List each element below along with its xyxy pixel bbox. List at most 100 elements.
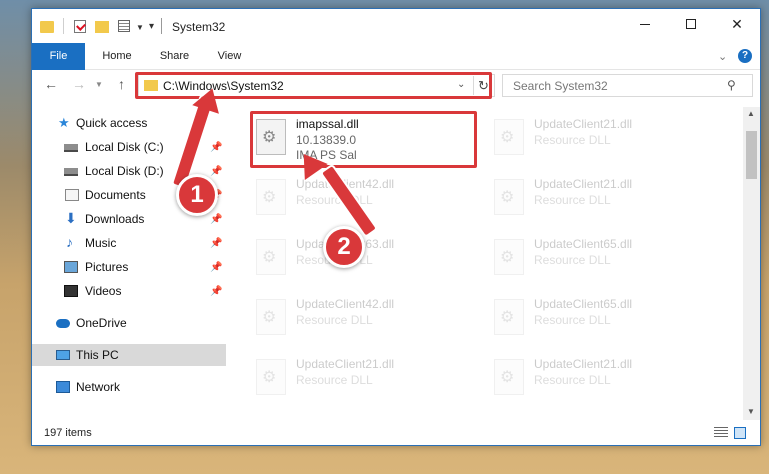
- dll-file-icon: [494, 239, 524, 275]
- minimize-button[interactable]: [622, 9, 668, 39]
- video-icon: [64, 285, 78, 297]
- list-item[interactable]: UpdateClient21.dll Resource DLL: [490, 171, 710, 229]
- step-badge-1: 1: [176, 174, 218, 216]
- help-icon[interactable]: ?: [738, 49, 752, 63]
- download-icon: ⬇: [65, 210, 77, 226]
- dll-file-icon: [494, 179, 524, 215]
- vertical-scrollbar[interactable]: ▲ ▼: [743, 107, 760, 420]
- chevron-down-icon[interactable]: ⌄: [457, 79, 465, 90]
- file-type: Resource DLL: [534, 313, 611, 327]
- tab-share[interactable]: Share: [152, 43, 197, 70]
- sidebar-item-pictures[interactable]: Pictures 📌: [32, 256, 226, 278]
- large-icons-view-icon[interactable]: [734, 427, 746, 439]
- sidebar-item-onedrive[interactable]: OneDrive: [32, 312, 226, 334]
- sidebar-item-videos[interactable]: Videos 📌: [32, 280, 226, 302]
- status-bar: 197 items: [32, 421, 760, 445]
- drive-icon: [64, 144, 78, 152]
- music-icon: ♪: [66, 234, 73, 250]
- forward-button[interactable]: →: [72, 76, 86, 92]
- back-button[interactable]: ←: [44, 76, 58, 92]
- star-icon: ★: [58, 115, 70, 130]
- window-title: System32: [172, 20, 226, 34]
- file-type: Resource DLL: [296, 373, 373, 387]
- list-item[interactable]: UpdateClient65.dll Resource DLL: [490, 291, 710, 349]
- recent-locations-icon[interactable]: ▼: [95, 80, 103, 89]
- dll-file-icon: [256, 239, 286, 275]
- file-name: UpdateClient21.dll: [296, 357, 395, 371]
- file-type: Resource DLL: [534, 253, 611, 267]
- drive-icon: [64, 168, 78, 176]
- document-icon: [65, 189, 79, 201]
- sidebar-item-label: Music: [85, 236, 117, 250]
- properties-check-icon[interactable]: [74, 20, 86, 33]
- list-item[interactable]: UpdateClient21.dll Resource DLL: [252, 351, 472, 409]
- address-bar[interactable]: C:\Windows\System32 ⌄ ↻: [138, 74, 495, 97]
- sidebar-item-music[interactable]: ♪ Music 📌: [32, 232, 226, 254]
- sidebar-item-label: Documents: [85, 188, 146, 202]
- dll-file-icon: [256, 179, 286, 215]
- search-box[interactable]: Search System32 ⚲: [502, 74, 753, 97]
- customize-quick-access-icon[interactable]: ▾: [149, 21, 154, 32]
- divider: [161, 18, 162, 34]
- list-item[interactable]: UpdateClient65.dll Resource DLL: [490, 231, 710, 289]
- close-button[interactable]: ✕: [714, 9, 760, 39]
- tab-file[interactable]: File: [32, 43, 85, 70]
- file-type: Resource DLL: [534, 133, 611, 147]
- folder-icon: [144, 80, 158, 91]
- search-input[interactable]: Search System32: [513, 79, 608, 93]
- file-name: UpdateClient65.dll: [534, 297, 633, 311]
- file-name: UpdateClient42.dll: [296, 297, 395, 311]
- file-type: Resource DLL: [534, 373, 611, 387]
- dll-file-icon: [256, 359, 286, 395]
- dll-file-icon: [256, 299, 286, 335]
- title-bar: ▼ ▾ System32 ✕: [32, 9, 760, 43]
- tab-home[interactable]: Home: [92, 43, 142, 70]
- sidebar-item-label: Network: [76, 380, 121, 394]
- computer-icon: [56, 350, 70, 360]
- sidebar-item-label: Pictures: [85, 260, 129, 274]
- new-folder-icon[interactable]: [95, 21, 109, 33]
- file-name: UpdateClient21.dll: [534, 177, 633, 191]
- file-name: UpdateClient65.dll: [534, 237, 633, 251]
- sidebar-item-label: Videos: [85, 284, 122, 298]
- maximize-button[interactable]: [668, 9, 714, 39]
- list-item[interactable]: UpdateClient21.dll Resource DLL: [490, 351, 710, 409]
- pictures-icon: [64, 261, 78, 273]
- expand-ribbon-icon[interactable]: ⌄: [718, 50, 727, 63]
- navigation-bar: ← → ▼ ↑ C:\Windows\System32 ⌄ ↻ Search S…: [32, 71, 760, 101]
- address-path[interactable]: C:\Windows\System32: [163, 79, 284, 93]
- network-icon: [56, 381, 70, 393]
- file-type: Resource DLL: [534, 193, 611, 207]
- list-item[interactable]: UpdateClient42.dll Resource DLL: [252, 291, 472, 349]
- scroll-down-icon[interactable]: ▼: [747, 407, 755, 416]
- step-badge-2: 2: [323, 226, 365, 268]
- sidebar-item-network[interactable]: Network: [32, 376, 226, 398]
- dll-file-icon: [494, 299, 524, 335]
- sidebar-item-label: Local Disk (D:): [85, 164, 164, 178]
- ribbon: File Home Share View ⌄ ?: [32, 43, 760, 70]
- pin-icon: 📌: [210, 165, 223, 177]
- refresh-button[interactable]: ↻: [473, 76, 493, 95]
- list-item[interactable]: UpdateClient21.dll Resource DLL: [490, 111, 710, 169]
- folder-icon: [40, 21, 54, 33]
- up-button[interactable]: ↑: [118, 76, 125, 92]
- chevron-down-icon[interactable]: ▼: [136, 23, 144, 32]
- file-highlight-box: [250, 111, 477, 168]
- sidebar-item-label: This PC: [76, 348, 119, 362]
- maximize-icon: [686, 19, 696, 29]
- sidebar-item-this-pc[interactable]: This PC: [32, 344, 226, 366]
- minimize-icon: [640, 23, 650, 25]
- scrollbar-thumb[interactable]: [746, 131, 757, 179]
- cloud-icon: [56, 319, 70, 328]
- sidebar-item-label: Quick access: [76, 116, 148, 130]
- pin-icon: 📌: [210, 237, 223, 249]
- divider: [63, 18, 64, 34]
- details-view-icon[interactable]: [714, 427, 728, 439]
- tab-view[interactable]: View: [207, 43, 252, 70]
- scroll-up-icon[interactable]: ▲: [747, 109, 755, 118]
- pin-icon: 📌: [210, 213, 223, 225]
- view-properties-icon[interactable]: [118, 20, 130, 32]
- file-name: UpdateClient21.dll: [534, 357, 633, 371]
- dll-file-icon: [494, 359, 524, 395]
- search-icon[interactable]: ⚲: [727, 78, 736, 92]
